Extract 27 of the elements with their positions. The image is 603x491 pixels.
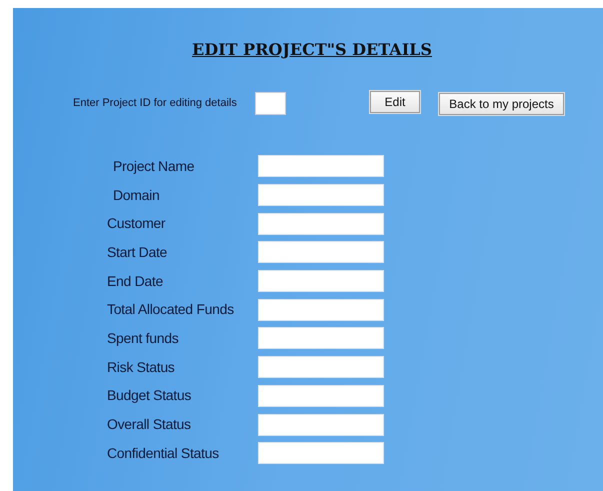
edit-button[interactable]: Edit	[370, 90, 420, 112]
field-label: Customer	[106, 214, 166, 234]
field-label: Start Date	[106, 242, 168, 262]
text-field[interactable]	[258, 384, 384, 407]
text-field[interactable]	[258, 298, 384, 321]
field-label: Confidential Status	[106, 444, 220, 463]
text-field[interactable]	[258, 414, 384, 436]
back-button[interactable]: Back to my projects	[439, 92, 564, 114]
field-label: Overall Status	[106, 415, 192, 434]
text-field[interactable]	[258, 212, 384, 235]
project-id-field[interactable]	[255, 92, 286, 115]
text-field[interactable]	[258, 356, 384, 378]
text-field[interactable]	[258, 270, 384, 292]
field-label: Spent funds	[106, 328, 180, 348]
text-field[interactable]	[258, 241, 384, 264]
project-id-label: Enter Project ID for editing details	[73, 96, 238, 112]
field-label: Total Allocated Funds	[106, 300, 235, 320]
field-label: Risk Status	[106, 358, 176, 377]
text-field[interactable]	[258, 155, 384, 178]
field-label: Domain	[112, 186, 160, 205]
page-title: EDIT PROJECT"S DETAILS	[191, 39, 433, 61]
field-label: Project Name	[112, 156, 196, 176]
field-label: End Date	[106, 272, 164, 291]
text-field[interactable]	[258, 184, 384, 206]
field-label: Budget Status	[106, 386, 192, 406]
text-field[interactable]	[258, 442, 384, 464]
text-field[interactable]	[258, 327, 384, 350]
